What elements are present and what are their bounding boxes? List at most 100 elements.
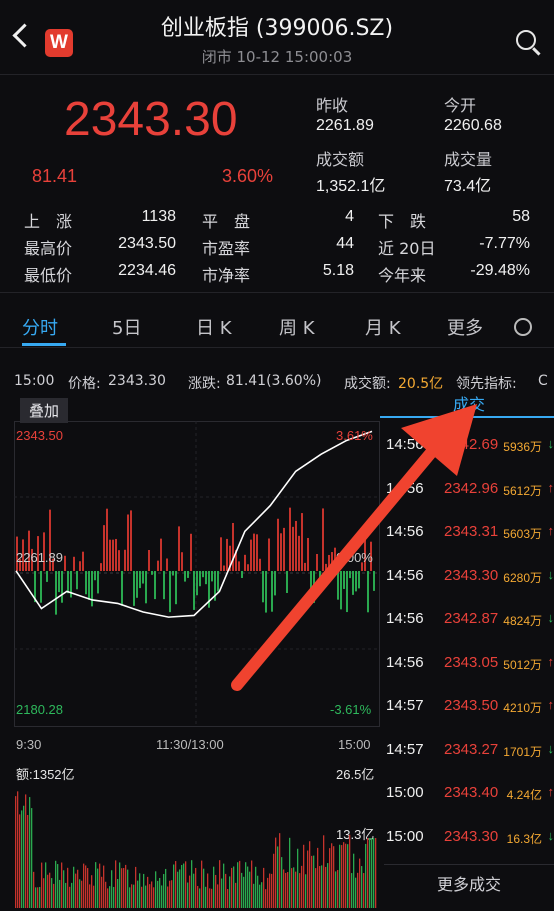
volume-bar [21,810,23,908]
info-chg-label: 涨跌: [188,376,221,392]
indicator-bar [148,549,150,571]
volume-bar [193,873,195,908]
volume-bar [281,857,283,908]
search-icon[interactable] [516,30,536,50]
volume-bar [321,865,323,908]
trade-volume: 4.24亿 [506,788,542,802]
volume-value: 73.4亿 [444,178,492,195]
indicator-bar [40,571,42,603]
tab-weekly-k[interactable]: 周 K [279,314,315,340]
indicator-bar [133,571,135,606]
arrow-down-icon: ↓ [547,740,554,756]
volume-bar [57,864,59,908]
volume-bar [319,866,321,908]
trade-volume: 1701万 [503,744,542,759]
volume-bar [325,866,327,908]
indicator-bar [145,571,147,604]
amount-label: 成交额 [316,150,365,169]
annotation-arrow-head [401,404,477,476]
volume-bar [225,873,227,908]
indicator-bar [151,571,153,575]
volume-bar [145,885,147,908]
volume-bar [361,866,363,908]
volume-bar [247,866,249,908]
open-value: 2260.68 [444,117,502,134]
volume-bar [335,871,337,908]
info-price: 2343.30 [108,373,166,389]
volume-bar [273,853,275,908]
volume-bar [309,841,311,908]
volume-bar [137,880,139,908]
settings-icon[interactable] [514,318,532,336]
trade-price: 2343.40 [444,784,499,801]
indicator-bar [115,538,117,571]
stat-l2-2: 市净率 [202,266,251,285]
volume-bar [79,879,81,908]
volume-bar [265,889,267,908]
trade-volume: 6280万 [503,570,542,585]
arrow-up-icon: ↑ [547,523,554,538]
more-trades-button[interactable]: 更多成交 [384,864,554,895]
indicator-bar [97,571,99,594]
tab-more[interactable]: 更多 [447,314,483,340]
tab-intraday[interactable]: 分时 [22,314,58,340]
volume-bar [153,887,155,908]
volume-bar [95,862,97,908]
volume-bar [277,846,279,908]
volume-bar [357,872,359,908]
volume-bar [53,883,55,908]
trade-row: 14:57 2343.27 1701万 ↓ [386,739,554,769]
volume-bar [139,873,141,908]
volume-bar [359,858,361,908]
indicator-bar [160,538,162,571]
volume-bar [157,880,159,908]
trade-row: 15:00 2343.30 16.3亿 ↓ [386,826,554,856]
stat-v3-1: -7.77% [479,235,530,252]
indicator-bar [199,571,201,587]
indicator-bar [109,539,111,571]
volume-bar [341,845,343,908]
x-axis-end: 15:00 [338,737,371,752]
volume-bar [175,861,177,908]
tab-monthly-k[interactable]: 月 K [365,314,401,340]
overlay-button[interactable]: 叠加 [20,398,69,423]
indicator-bar [205,571,207,585]
open-label: 今开 [444,96,477,115]
volume-bar [43,878,45,908]
volume-bar [65,882,67,908]
info-lead: C [538,373,548,389]
volume-bar [295,871,297,908]
volume-bar [223,863,225,908]
stat-v3-0: 58 [512,208,530,225]
volume-bar [235,882,237,908]
indicator-bar [106,508,108,571]
volume-chart[interactable] [14,780,378,908]
stat-v2-1: 44 [336,235,354,252]
volume-bar [33,871,35,908]
stat-l1-0: 上 涨 [24,212,73,231]
indicator-bar [184,571,186,582]
volume-bar [329,848,331,908]
indicator-bar [139,571,141,589]
volume-bar [69,886,71,908]
volume-bar [243,876,245,908]
volume-bar [211,888,213,908]
volume-bar [27,814,29,908]
volume-bar [73,866,75,908]
volume-bar [373,838,375,908]
tab-daily-k[interactable]: 日 K [196,314,232,340]
trade-volume: 5603万 [503,527,542,541]
arrow-down-icon: ↓ [547,566,554,582]
volume-bar [261,882,263,908]
volume-bar [47,874,49,908]
volume-bar [239,860,241,908]
stat-l3-2: 今年来 [378,266,427,285]
info-time: 15:00 [14,373,55,389]
indicator-bar [127,514,129,571]
volume-bar [35,887,37,908]
tab-5day[interactable]: 5日 [112,314,141,340]
volume-bar [163,874,165,908]
volume-bar [257,875,259,908]
volume-bar [255,866,257,908]
volume-bar [305,874,307,908]
